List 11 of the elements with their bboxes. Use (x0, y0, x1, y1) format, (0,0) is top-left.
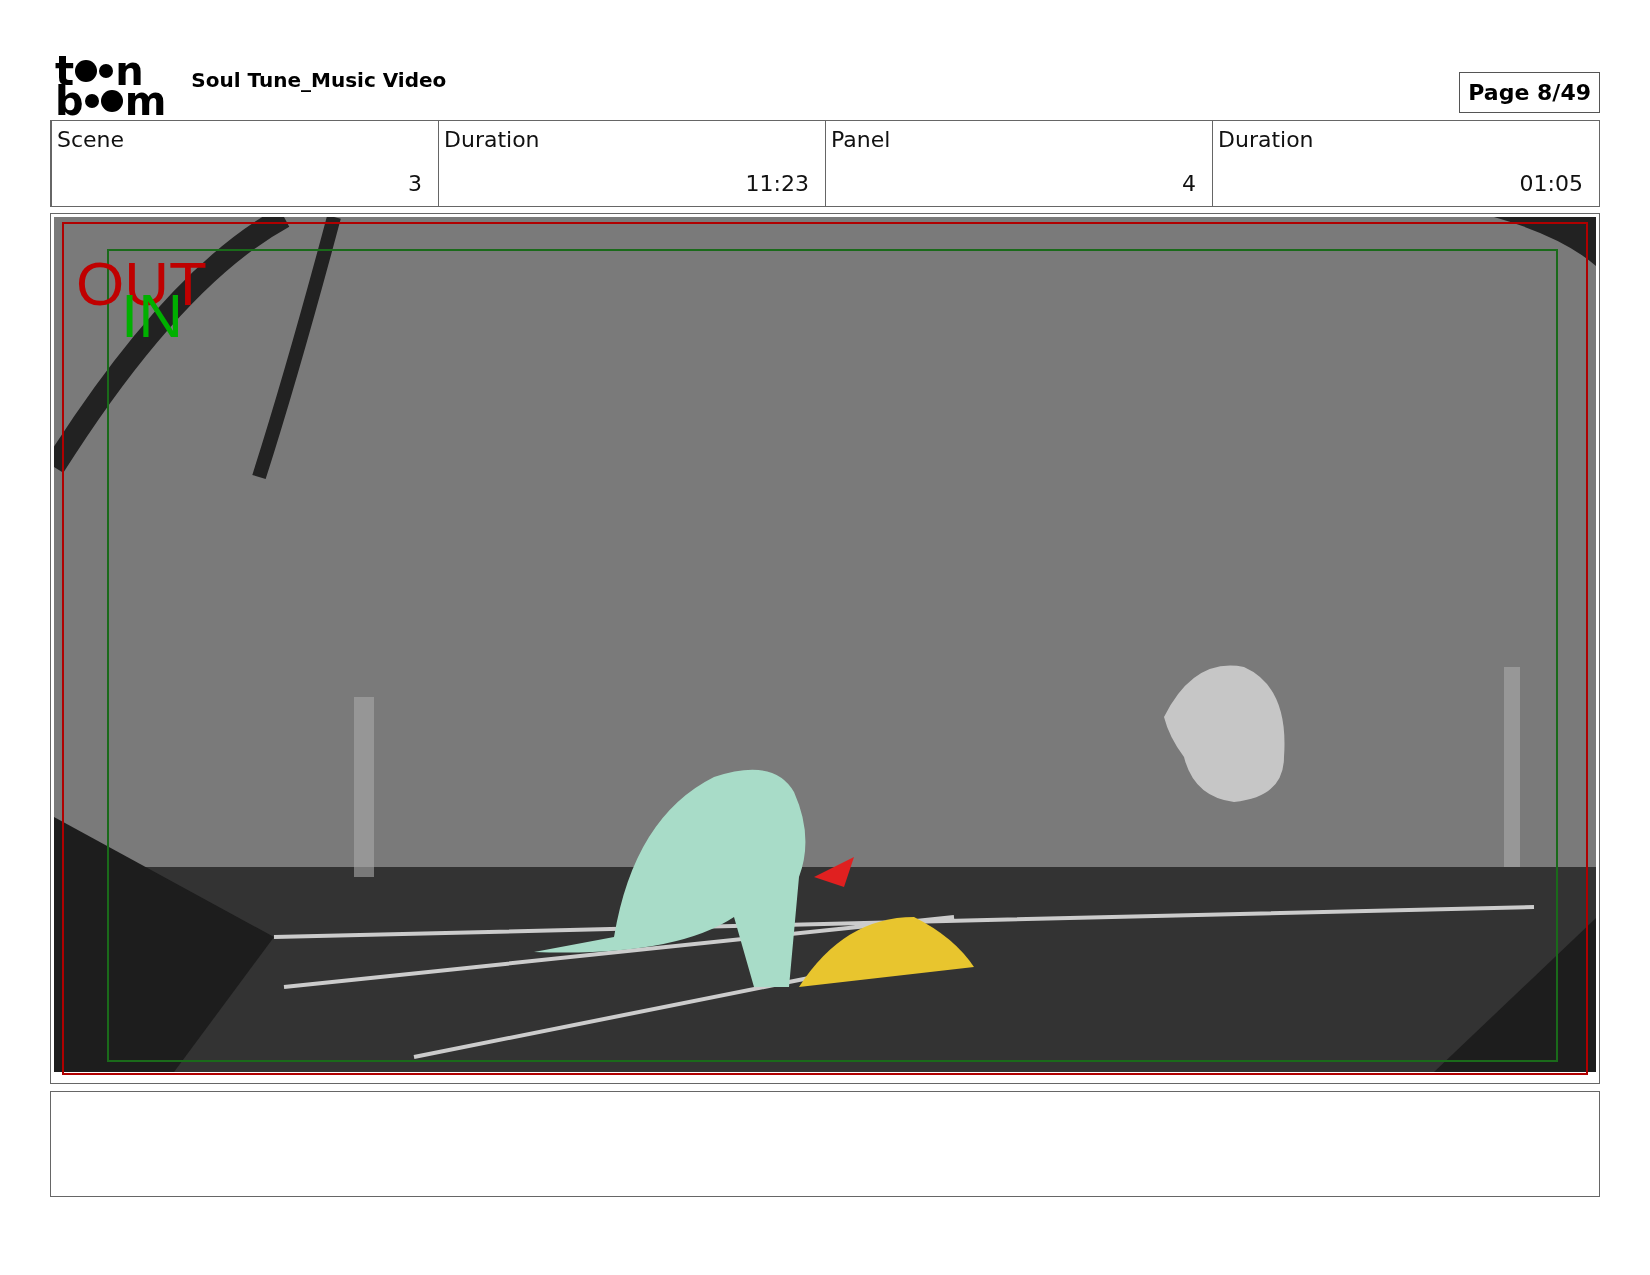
page-number: Page 8/49 (1459, 71, 1600, 113)
field-label: Duration (444, 127, 541, 152)
project-title: Soul Tune_Music Video (191, 68, 448, 92)
field-value: 3 (408, 171, 422, 196)
field-value: 01:05 (1519, 171, 1583, 196)
toon-boom-logo: t n b m (55, 56, 166, 116)
field-label: Scene (57, 127, 126, 152)
field-value: 4 (1182, 171, 1196, 196)
field-label: Panel (831, 127, 892, 152)
field-label: Duration (1218, 127, 1315, 152)
field-value: 11:23 (745, 171, 809, 196)
